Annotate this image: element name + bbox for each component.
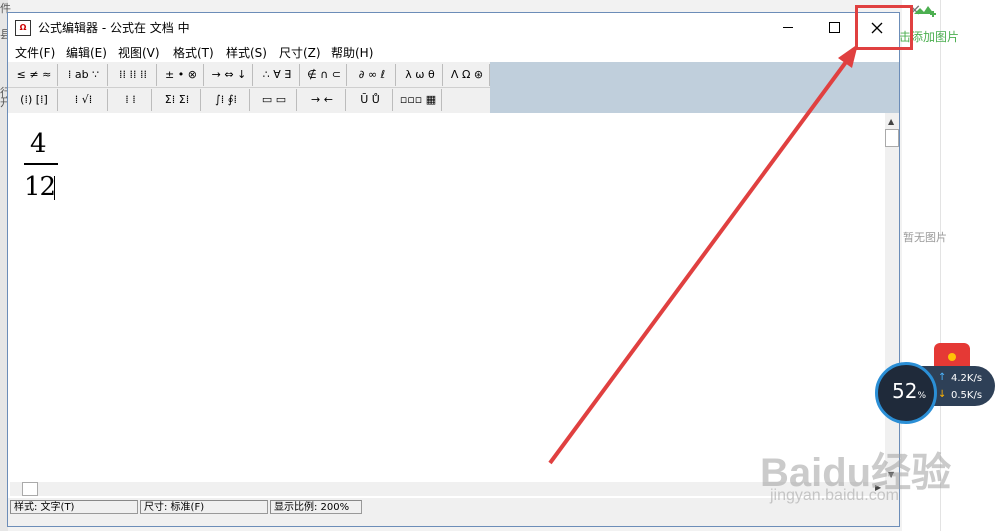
- symbol-toolbar: ≤ ≠ ≈ ⁞ ab ∵ ⁞⁞ ⁞⁞ ⁞⁞ ± • ⊗ → ⇔ ↓ ∴ ∀ ∃ …: [8, 62, 490, 113]
- toolbar-greek-lower[interactable]: λ ω θ: [398, 64, 443, 86]
- add-image-icon[interactable]: [910, 0, 938, 22]
- app-icon: Ω: [15, 20, 31, 36]
- menu-help[interactable]: 帮助(H): [331, 44, 373, 61]
- red-packet-dot: [948, 353, 956, 361]
- toolbar-summation[interactable]: Σ⁞ Σ⁞: [154, 89, 201, 111]
- download-arrow-icon: ↓: [938, 389, 947, 400]
- window-title: 公式编辑器 - 公式在 文档 中: [38, 21, 190, 35]
- upload-arrow-icon: ↑: [938, 372, 947, 383]
- toolbar-scripts[interactable]: ⁞ ⁞: [110, 89, 152, 111]
- toolbar-misc[interactable]: ∂ ∞ ℓ: [349, 64, 396, 86]
- status-style: 样式: 文字(T): [10, 500, 138, 514]
- horizontal-scroll-thumb[interactable]: [22, 482, 38, 496]
- scroll-up-icon[interactable]: ▲: [888, 117, 894, 126]
- menu-file[interactable]: 文件(F): [15, 44, 55, 61]
- toolbar-integrals[interactable]: ∫⁞ ∮⁞: [203, 89, 250, 111]
- toolbar-logic[interactable]: ∴ ∀ ∃: [255, 64, 300, 86]
- equation-edit-area[interactable]: 4 12: [10, 115, 885, 482]
- vertical-scroll-thumb[interactable]: [885, 129, 899, 147]
- horizontal-scrollbar[interactable]: [10, 482, 885, 496]
- no-image-label: 暂无图片: [903, 231, 947, 244]
- watermark-url: jingyan.baidu.com: [770, 487, 899, 504]
- menu-view[interactable]: 视图(V): [118, 44, 160, 61]
- status-zoom: 显示比例: 200%: [270, 500, 362, 514]
- title-bar[interactable]: Ω 公式编辑器 - 公式在 文档 中: [8, 13, 899, 42]
- toolbar-products[interactable]: Ū Ů: [348, 89, 393, 111]
- speed-percent: 52%: [892, 379, 927, 403]
- annotation-highlight-box: [855, 5, 913, 50]
- menu-style[interactable]: 样式(S): [226, 44, 267, 61]
- toolbar-embellishments[interactable]: ⁞⁞ ⁞⁞ ⁞⁞: [110, 64, 157, 86]
- toolbar-labeled-arrows[interactable]: → ←: [299, 89, 346, 111]
- toolbar-matrices[interactable]: ▫▫▫ ▦: [395, 89, 442, 111]
- menu-size[interactable]: 尺寸(Z): [279, 44, 321, 61]
- status-bar: 样式: 文字(T) 尺寸: 标准(F) 显示比例: 200%: [8, 498, 899, 526]
- fraction-numerator[interactable]: 4: [30, 129, 47, 159]
- fraction-denominator[interactable]: 12: [24, 172, 56, 202]
- minimize-icon: [783, 27, 793, 28]
- text-cursor: [54, 176, 55, 200]
- toolbar-bars[interactable]: ▭ ▭: [252, 89, 297, 111]
- toolbar-sets[interactable]: ∉ ∩ ⊂: [302, 64, 347, 86]
- toolbar-relations[interactable]: ≤ ≠ ≈: [11, 64, 58, 86]
- minimize-button[interactable]: [765, 13, 811, 42]
- menu-bar: 文件(F) 编辑(E) 视图(V) 格式(T) 样式(S) 尺寸(Z) 帮助(H…: [8, 42, 899, 62]
- menu-format[interactable]: 格式(T): [173, 44, 214, 61]
- toolbar-spaces[interactable]: ⁞ ab ∵: [60, 64, 108, 86]
- upload-rate: 4.2K/s: [951, 373, 983, 384]
- status-size: 尺寸: 标准(F): [140, 500, 268, 514]
- toolbar-greek-upper[interactable]: Λ Ω ⊛: [445, 64, 490, 86]
- menu-edit[interactable]: 编辑(E): [66, 44, 107, 61]
- vertical-scrollbar[interactable]: [885, 113, 899, 483]
- toolbar-operators[interactable]: ± • ⊗: [159, 64, 204, 86]
- toolbar-arrows[interactable]: → ⇔ ↓: [206, 64, 253, 86]
- toolbar-fractions-radicals[interactable]: ⁞ √⁞: [60, 89, 108, 111]
- download-rate: 0.5K/s: [951, 390, 983, 401]
- speed-gauge: 52%: [875, 362, 937, 424]
- maximize-icon: [828, 22, 840, 33]
- fraction-bar: [24, 163, 58, 165]
- toolbar-fences[interactable]: (⁞) [⁞]: [11, 89, 58, 111]
- toolbar-row-divider: [8, 87, 490, 88]
- toolbar-area: ≤ ≠ ≈ ⁞ ab ∵ ⁞⁞ ⁞⁞ ⁞⁞ ± • ⊗ → ⇔ ↓ ∴ ∀ ∃ …: [8, 62, 899, 113]
- maximize-button[interactable]: [811, 13, 857, 42]
- network-speed-widget[interactable]: 52% ↑ 4.2K/s ↓ 0.5K/s: [875, 362, 997, 424]
